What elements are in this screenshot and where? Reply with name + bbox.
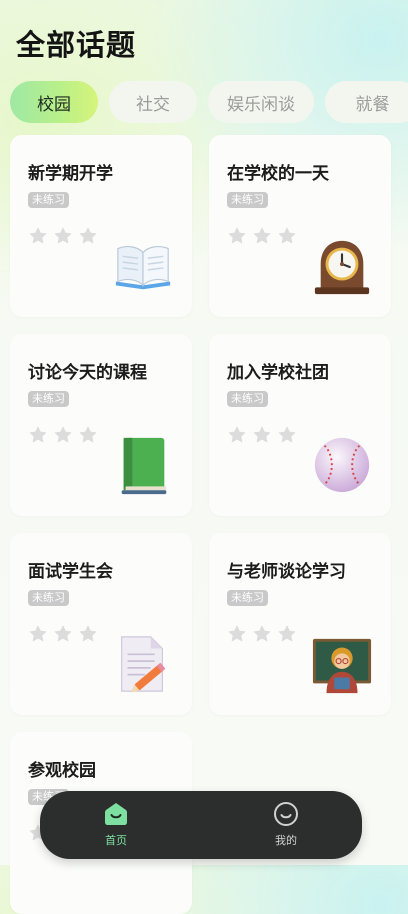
status-badge: 未练习 <box>227 391 268 407</box>
topic-card[interactable]: 新学期开学 未练习 <box>10 135 192 317</box>
star-icon <box>54 227 72 244</box>
star-icon <box>228 227 246 244</box>
star-rating <box>227 624 297 644</box>
star-icon <box>278 625 296 642</box>
tab-dining[interactable]: 就餐 <box>325 81 408 123</box>
profile-smile-icon <box>274 802 298 826</box>
star-icon <box>278 227 296 244</box>
star-icon <box>79 426 97 443</box>
star-icon <box>79 227 97 244</box>
star-icon <box>29 625 47 642</box>
nav-home[interactable]: 首页 <box>86 801 146 851</box>
topic-title: 面试学生会 <box>28 562 113 582</box>
home-icon <box>105 803 127 825</box>
memo-pencil-icon <box>121 636 166 693</box>
star-icon <box>79 625 97 642</box>
status-badge: 未练习 <box>28 192 69 208</box>
topic-card[interactable]: 与老师谈论学习 未练习 <box>209 533 391 715</box>
topic-title: 讨论今天的课程 <box>28 363 147 383</box>
topic-card[interactable]: 讨论今天的课程 未练习 <box>10 334 192 516</box>
status-badge: 未练习 <box>227 590 268 606</box>
star-icon <box>54 426 72 443</box>
status-badge: 未练习 <box>28 391 69 407</box>
topic-card[interactable]: 面试学生会 未练习 <box>10 533 192 715</box>
star-icon <box>29 426 47 443</box>
status-badge: 未练习 <box>28 590 69 606</box>
topic-title: 加入学校社团 <box>227 363 329 383</box>
nav-home-label: 首页 <box>105 834 127 847</box>
topic-card[interactable]: 在学校的一天 未练习 <box>209 135 391 317</box>
star-icon <box>228 426 246 443</box>
topic-title: 新学期开学 <box>28 164 113 184</box>
star-rating <box>227 226 297 246</box>
star-icon <box>228 625 246 642</box>
star-icon <box>253 227 271 244</box>
tab-social[interactable]: 社交 <box>109 81 197 123</box>
star-rating <box>28 425 98 445</box>
star-icon <box>253 426 271 443</box>
teacher-icon <box>312 638 372 694</box>
bottom-nav: 首页 我的 <box>40 791 362 859</box>
page-title: 全部话题 <box>16 28 137 62</box>
star-rating <box>28 226 98 246</box>
tab-entertainment[interactable]: 娱乐闲谈 <box>208 81 314 123</box>
star-rating <box>227 425 297 445</box>
nav-profile-label: 我的 <box>275 834 297 847</box>
topic-title: 在学校的一天 <box>227 164 329 184</box>
topic-card[interactable]: 加入学校社团 未练习 <box>209 334 391 516</box>
topic-title: 与老师谈论学习 <box>227 562 346 582</box>
star-icon <box>29 227 47 244</box>
nav-profile[interactable]: 我的 <box>256 801 316 851</box>
star-icon <box>54 625 72 642</box>
open-book-icon <box>115 245 171 290</box>
baseball-icon <box>314 437 370 493</box>
mantelpiece-clock-icon <box>314 240 370 295</box>
star-icon <box>253 625 271 642</box>
green-book-icon <box>121 437 167 495</box>
status-badge: 未练习 <box>227 192 268 208</box>
star-rating <box>28 624 98 644</box>
category-tabs: 校园 社交 娱乐闲谈 就餐 <box>10 81 408 123</box>
topic-title: 参观校园 <box>28 761 96 781</box>
star-icon <box>278 426 296 443</box>
tab-campus[interactable]: 校园 <box>10 81 98 123</box>
